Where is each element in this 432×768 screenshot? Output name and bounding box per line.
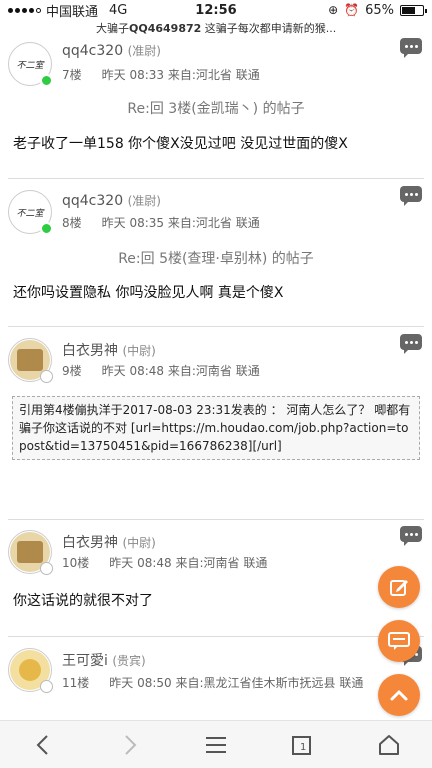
- floor-number: 7楼: [62, 68, 82, 82]
- username[interactable]: 王可愛i (贵宾): [62, 650, 146, 670]
- offline-indicator: [40, 370, 53, 383]
- comment-icon: [388, 632, 410, 650]
- post-location: 来自:黑龙江省佳木斯市抚远县 联通: [175, 676, 364, 690]
- post-body: 还你吗设置隐私 你吗没脸见人啊 真是个傻X: [13, 285, 284, 301]
- floor-number: 9楼: [62, 364, 82, 378]
- user-rank: (中尉): [122, 344, 156, 358]
- rotation-lock-icon: ⊕: [328, 3, 339, 17]
- forward-button[interactable]: [105, 725, 155, 765]
- username-text: qq4c320: [62, 43, 124, 59]
- username-text: 白衣男神: [62, 535, 118, 551]
- network-label: 4G: [109, 2, 128, 18]
- avatar[interactable]: 不二室: [8, 42, 53, 87]
- online-indicator: [40, 222, 53, 235]
- marquee-prefix: 大骗子: [96, 22, 129, 35]
- username-text: 王可愛i: [62, 653, 108, 669]
- post-meta: 10楼 昨天 08:48 来自:河南省 联通: [62, 554, 267, 571]
- floor-number: 8楼: [62, 216, 82, 230]
- post-location: 来自:河北省 联通: [167, 68, 260, 82]
- alarm-icon: ⏰: [344, 3, 360, 17]
- post-location: 来自:河南省 联通: [175, 556, 268, 570]
- scroll-top-button[interactable]: [378, 674, 420, 716]
- divider: [8, 636, 424, 637]
- reply-icon[interactable]: [400, 526, 422, 546]
- avatar[interactable]: [8, 338, 53, 383]
- svg-text:1: 1: [300, 742, 306, 753]
- post-time: 昨天 08:48: [109, 556, 172, 570]
- avatar-calligraphy: 不二室: [16, 60, 44, 71]
- thread-content[interactable]: 不二室 qq4c320 (准尉) 7楼 昨天 08:33 来自:河北省 联通 Re…: [0, 36, 432, 720]
- floor-number: 11楼: [62, 676, 90, 690]
- reply-to-label: Re:回 5楼(查理·卓别林) 的帖子: [118, 251, 314, 267]
- chevron-left-icon: [36, 734, 48, 755]
- avatar[interactable]: [8, 530, 53, 575]
- avatar[interactable]: [8, 648, 53, 693]
- offline-indicator: [40, 680, 53, 693]
- status-bar: 中国联通 4G 12:56 ⊕ ⏰ 65%: [0, 0, 432, 20]
- username-text: qq4c320: [62, 193, 124, 209]
- chevron-up-icon: [390, 690, 408, 701]
- reply-icon[interactable]: [400, 334, 422, 354]
- avatar-calligraphy: 不二室: [16, 208, 44, 219]
- user-rank: (准尉): [127, 194, 161, 208]
- post-meta: 7楼 昨天 08:33 来自:河北省 联通: [62, 66, 260, 83]
- username[interactable]: qq4c320 (准尉): [62, 42, 161, 59]
- home-button[interactable]: [364, 725, 414, 765]
- battery-icon: [400, 4, 427, 16]
- floor-number: 10楼: [62, 556, 90, 570]
- comment-button[interactable]: [378, 620, 420, 662]
- online-indicator: [40, 74, 53, 87]
- post-meta: 9楼 昨天 08:48 来自:河南省 联通: [62, 362, 260, 379]
- username[interactable]: 白衣男神 (中尉): [62, 532, 156, 552]
- reply-icon[interactable]: [400, 186, 422, 206]
- divider: [8, 178, 424, 179]
- user-rank: (准尉): [127, 44, 161, 58]
- chevron-right-icon: [124, 734, 136, 755]
- avatar-image: [19, 659, 41, 681]
- home-icon: [378, 734, 399, 755]
- username-text: 白衣男神: [62, 343, 118, 359]
- offline-indicator: [40, 562, 53, 575]
- avatar-image: [17, 541, 43, 563]
- compose-button[interactable]: [378, 566, 420, 608]
- post-location: 来自:河南省 联通: [167, 364, 260, 378]
- user-rank: (中尉): [122, 536, 156, 550]
- divider: [8, 519, 424, 520]
- browser-toolbar: 1: [0, 720, 432, 768]
- post-time: 昨天 08:48: [101, 364, 165, 378]
- username[interactable]: 白衣男神 (中尉): [62, 340, 156, 360]
- edit-icon: [390, 580, 408, 596]
- marquee-qq: QQ4649872: [129, 22, 202, 35]
- battery-percent: 65%: [365, 2, 394, 18]
- avatar[interactable]: 不二室: [8, 190, 53, 235]
- post-body: 你这话说的就很不对了: [13, 593, 153, 609]
- reply-to-label: Re:回 3楼(金凯瑞丶) 的帖子: [127, 101, 305, 117]
- menu-icon: [205, 736, 226, 753]
- post-time: 昨天 08:35: [101, 216, 165, 230]
- signal-strength-icon: [8, 7, 41, 13]
- carrier-label: 中国联通: [46, 4, 99, 20]
- reply-icon[interactable]: [400, 38, 422, 58]
- notice-marquee[interactable]: 大骗子QQ4649872 这骗子每次都申请新的猴...: [0, 20, 432, 36]
- post-time: 昨天 08:50: [109, 676, 172, 690]
- quote-block: 引用第4楼傰执洋于2017-08-03 23:31发表的 ： 河南人怎么了？ 唧…: [12, 396, 420, 460]
- avatar-image: [17, 349, 43, 371]
- post-meta: 11楼 昨天 08:50 来自:黑龙江省佳木斯市抚远县 联通: [62, 674, 363, 691]
- marquee-text: 这骗子每次都申请新的猴...: [204, 22, 337, 35]
- post-time: 昨天 08:33: [101, 68, 165, 82]
- post-body: 老子收了一单158 你个傻X没见过吧 没见过世面的傻X: [13, 136, 348, 152]
- back-button[interactable]: [18, 725, 68, 765]
- user-rank: (贵宾): [112, 654, 146, 668]
- tabs-button[interactable]: 1: [277, 725, 327, 765]
- tabs-icon: 1: [292, 735, 312, 755]
- post-meta: 8楼 昨天 08:35 来自:河北省 联通: [62, 214, 260, 231]
- post-location: 来自:河北省 联通: [167, 216, 260, 230]
- divider: [8, 326, 424, 327]
- username[interactable]: qq4c320 (准尉): [62, 192, 161, 209]
- menu-button[interactable]: [191, 725, 241, 765]
